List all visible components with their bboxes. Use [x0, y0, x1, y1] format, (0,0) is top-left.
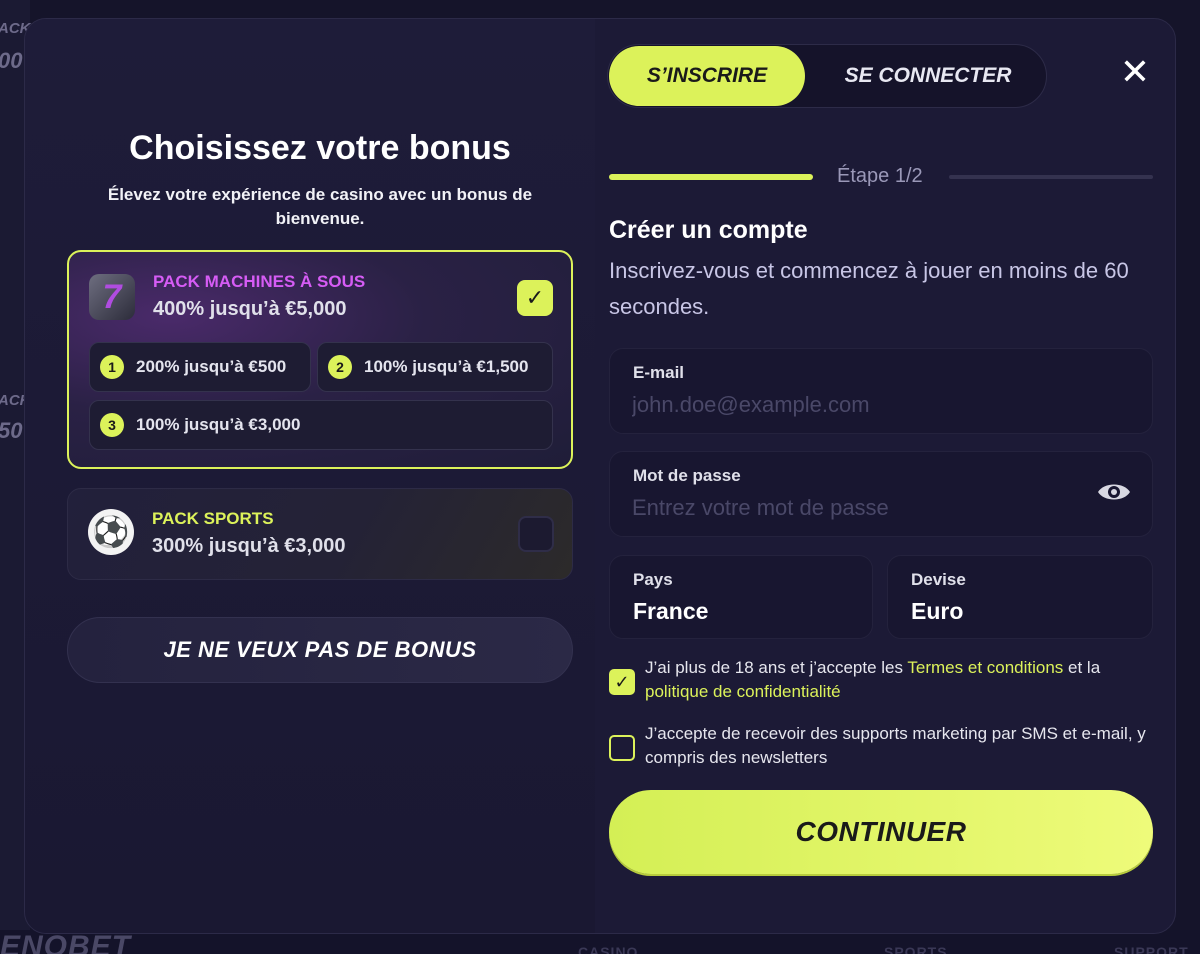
email-input[interactable] — [632, 389, 1072, 421]
country-select[interactable]: Pays France — [609, 555, 873, 639]
background-fragment: 50 — [0, 418, 23, 443]
form-subtitle: Inscrivez-vous et commencez à jouer en m… — [609, 258, 1129, 319]
tier-label: 100% jusqu’à €3,000 — [136, 415, 301, 434]
bonus-tier: 3 100% jusqu’à €3,000 — [89, 400, 553, 450]
marketing-consent-checkbox[interactable] — [609, 735, 635, 761]
eye-icon[interactable] — [1096, 480, 1132, 504]
auth-tabs: S’INSCRIRE SE CONNECTER — [607, 44, 1047, 108]
bonus-subtitle: Élevez votre expérience de casino avec u… — [107, 185, 533, 228]
no-bonus-button[interactable]: JE NE VEUX PAS DE BONUS — [67, 617, 573, 683]
sports-pack-name: PACK SPORTS — [152, 509, 274, 528]
bonus-title: Choisissez votre bonus — [129, 129, 511, 167]
slots-pack-name: PACK MACHINES À SOUS — [153, 272, 366, 291]
bonus-panel: Choisissez votre bonus Élevez votre expé… — [25, 19, 595, 933]
sports-pack-amount: 300% jusqu’à €3,000 — [152, 535, 346, 557]
sports-pack-checkbox[interactable] — [518, 516, 554, 552]
age-consent-checkbox[interactable]: ✓ — [609, 669, 635, 695]
password-field: Mot de passe — [609, 451, 1153, 537]
age-consent-text: J’ai plus de 18 ans et j’accepte les Ter… — [645, 656, 1157, 704]
checkmark-icon: ✓ — [525, 285, 545, 310]
bonus-tier: 2 100% jusqu’à €1,500 — [317, 342, 553, 392]
slots-pack-checkbox[interactable]: ✓ — [517, 280, 553, 316]
tier-number: 1 — [100, 355, 124, 379]
currency-value: Euro — [911, 598, 964, 624]
tab-login[interactable]: SE CONNECTER — [820, 46, 1036, 106]
email-label: E-mail — [633, 363, 685, 382]
password-label: Mot de passe — [633, 466, 741, 485]
background-fragment: 00 — [0, 48, 23, 73]
marketing-consent: J’accepte de recevoir des supports marke… — [609, 722, 1157, 770]
tier-number: 2 — [328, 355, 352, 379]
close-icon[interactable]: ✕ — [1115, 53, 1155, 93]
age-consent-text-start: J’ai plus de 18 ans et j’accepte les — [645, 658, 908, 677]
password-input[interactable] — [632, 492, 1062, 524]
country-value: France — [633, 598, 709, 624]
step-progress-active — [609, 174, 813, 180]
sports-pack-card[interactable]: ⚽ PACK SPORTS 300% jusqu’à €3,000 — [67, 488, 573, 580]
age-consent-text-middle: et la — [1063, 658, 1101, 677]
currency-select[interactable]: Devise Euro — [887, 555, 1153, 639]
continue-button[interactable]: CONTINUER — [609, 790, 1153, 874]
tier-label: 200% jusqu’à €500 — [136, 357, 287, 376]
terms-link[interactable]: Termes et conditions — [907, 658, 1063, 677]
country-label: Pays — [633, 570, 673, 589]
tab-signup[interactable]: S’INSCRIRE — [609, 46, 805, 106]
tier-number: 3 — [100, 413, 124, 437]
background-footer-link: CASINO — [578, 944, 639, 954]
currency-label: Devise — [911, 570, 966, 589]
tier-label: 100% jusqu’à €1,500 — [364, 357, 529, 376]
background-footer-link: SPORTS — [884, 944, 948, 954]
form-title: Créer un compte — [609, 216, 808, 244]
slots-pack-card[interactable]: 7 PACK MACHINES À SOUS 400% jusqu’à €5,0… — [67, 250, 573, 469]
background-footer-link: SUPPORT — [1114, 944, 1189, 954]
step-label: Étape 1/2 — [837, 165, 923, 187]
step-progress-remaining — [949, 175, 1153, 179]
soccer-ball-icon: ⚽ — [88, 509, 134, 555]
slots-pack-amount: 400% jusqu’à €5,000 — [153, 298, 347, 320]
privacy-link[interactable]: politique de confidentialité — [645, 682, 841, 701]
signup-modal: Choisissez votre bonus Élevez votre expé… — [24, 18, 1176, 934]
age-consent: ✓ J’ai plus de 18 ans et j’accepte les T… — [609, 656, 1157, 704]
email-field: E-mail — [609, 348, 1153, 434]
bonus-tier: 1 200% jusqu’à €500 — [89, 342, 311, 392]
checkmark-icon: ✓ — [614, 672, 630, 692]
slot-seven-icon: 7 — [89, 274, 135, 320]
marketing-consent-text: J’accepte de recevoir des supports marke… — [645, 724, 1146, 767]
